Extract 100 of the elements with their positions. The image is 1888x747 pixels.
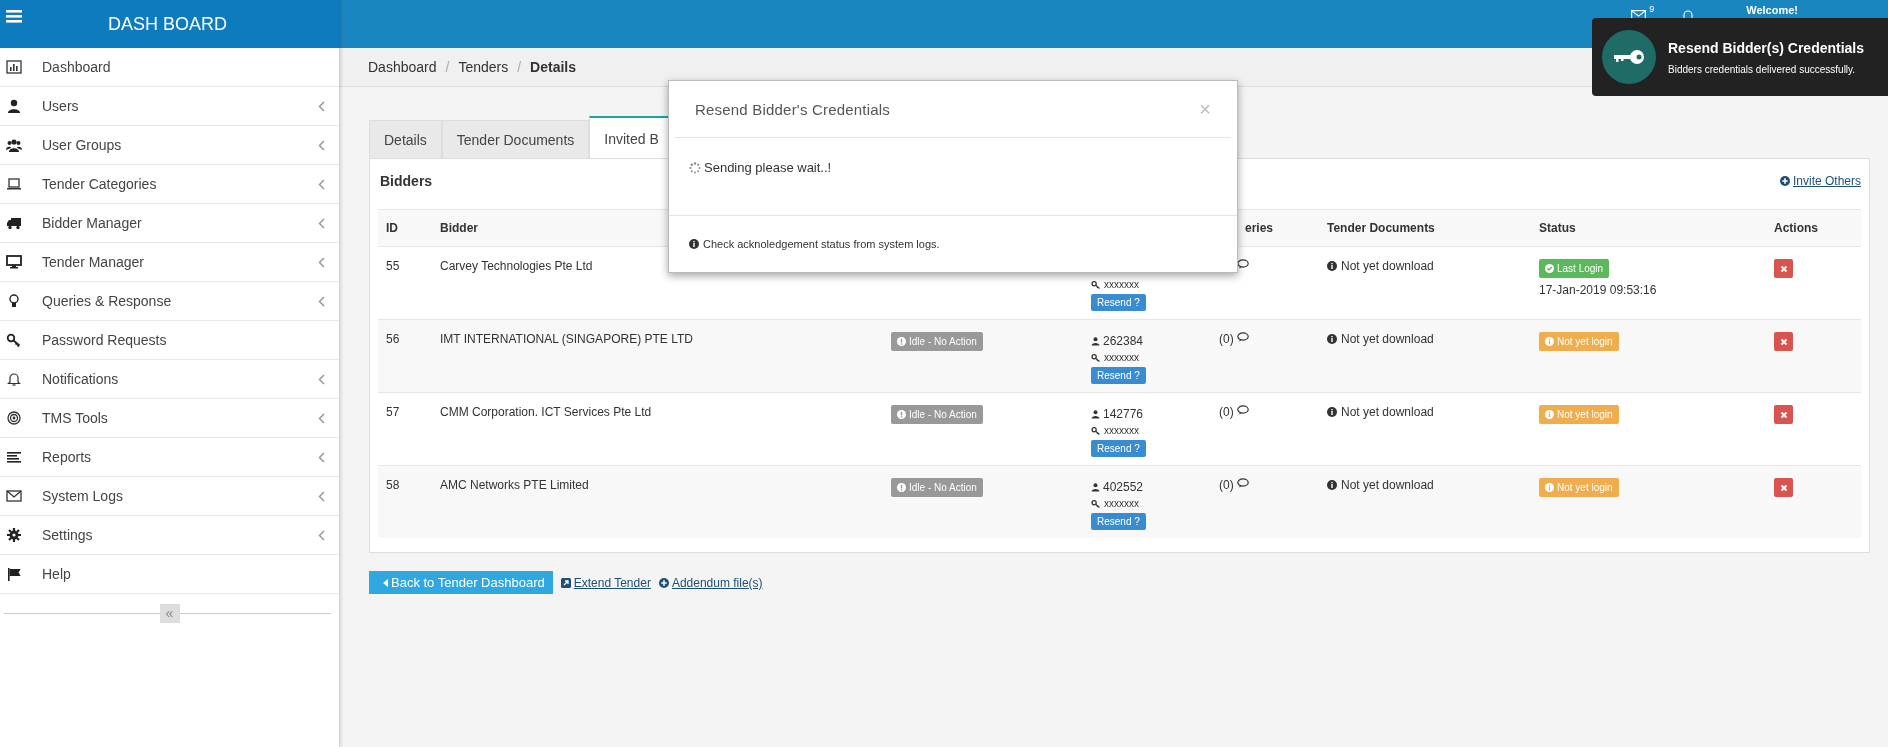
- comments-icon[interactable]: [1236, 332, 1249, 342]
- table-cell: AMC Networks PTE Limited: [440, 478, 589, 492]
- queries-count: (0): [1219, 332, 1234, 346]
- sidebar-item[interactable]: Notifications: [0, 360, 339, 399]
- close-icon: [1779, 410, 1788, 419]
- sidebar-item[interactable]: User Groups: [0, 126, 339, 165]
- sidebar-item[interactable]: Bidder Manager: [0, 204, 339, 243]
- sidebar-item[interactable]: Reports: [0, 438, 339, 477]
- password-text: xxxxxxx: [1104, 425, 1139, 436]
- truck-icon: [6, 215, 22, 231]
- breadcrumb-item: Details: [530, 59, 576, 75]
- username-text: 262384: [1103, 333, 1144, 348]
- breadcrumb-separator: /: [445, 59, 450, 75]
- queries-count: (0): [1219, 478, 1234, 492]
- user-icon: [1091, 481, 1100, 492]
- delete-button[interactable]: [1774, 405, 1793, 424]
- external-link-icon: [560, 577, 571, 588]
- envelope-icon: [6, 488, 22, 504]
- tab[interactable]: Tender Documents: [441, 120, 590, 158]
- breadcrumb-item[interactable]: Dashboard: [368, 59, 437, 75]
- password-text: xxxxxxx: [1104, 498, 1139, 509]
- key-icon: [1091, 352, 1101, 363]
- key-icon: [1091, 498, 1101, 509]
- bar-chart-icon: [6, 59, 22, 75]
- resend-button[interactable]: Resend ?: [1091, 513, 1146, 530]
- status-badge: Not yet login: [1539, 405, 1619, 424]
- modal-note: Check acknoledgement status from system logs.: [703, 238, 940, 250]
- status-badge: Not yet login: [1539, 332, 1619, 351]
- users-icon: [6, 137, 22, 153]
- info-icon: [689, 239, 699, 249]
- close-icon: [1779, 337, 1788, 346]
- comments-icon[interactable]: [1237, 259, 1249, 269]
- info-icon: [1327, 407, 1337, 417]
- invite-others-link[interactable]: Invite Others: [1779, 174, 1861, 188]
- table-cell: Not yet download: [1341, 259, 1434, 273]
- column-header: Bidder: [440, 221, 478, 235]
- table-cell: Not yet download: [1341, 478, 1434, 492]
- status-badge: Last Login: [1539, 259, 1610, 278]
- queries-count: (0): [1219, 405, 1234, 419]
- comments-icon[interactable]: [1236, 405, 1249, 415]
- key-icon: [1091, 425, 1101, 436]
- info-icon: [1327, 261, 1337, 271]
- welcome-text: Welcome!: [1746, 4, 1798, 16]
- table-cell: IMT INTERNATIONAL (SINGAPORE) PTE LTD: [440, 332, 693, 346]
- mail-count: 9: [1649, 4, 1655, 14]
- sidebar-item[interactable]: Password Requests: [0, 321, 339, 360]
- sidebar-item[interactable]: Dashboard: [0, 48, 339, 87]
- delete-button[interactable]: [1774, 478, 1793, 497]
- delete-button[interactable]: [1774, 259, 1793, 278]
- key-icon: [6, 332, 22, 348]
- toast-message: Bidders credentials delivered successfully.: [1668, 63, 1857, 75]
- delete-button[interactable]: [1774, 332, 1793, 351]
- login-time: 17-Jan-2019 09:53:16: [1539, 283, 1658, 297]
- plus-circle-icon: [1779, 176, 1790, 186]
- user-icon: [1091, 408, 1100, 419]
- sidebar-item[interactable]: Settings: [0, 516, 339, 555]
- action-link[interactable]: Extend Tender: [560, 575, 651, 590]
- close-icon: [1779, 483, 1788, 492]
- action-link[interactable]: Addendum file(s): [658, 575, 763, 590]
- status-badge: Not yet login: [1539, 478, 1619, 497]
- sidebar-item[interactable]: TMS Tools: [0, 399, 339, 438]
- breadcrumb-item[interactable]: Tenders: [458, 59, 509, 75]
- column-header: Status: [1539, 221, 1576, 235]
- column-header: Actions: [1774, 221, 1818, 235]
- caret-icon: [383, 578, 388, 587]
- brand-title: DASH BOARD: [108, 13, 228, 35]
- resend-button[interactable]: Resend ?: [1091, 440, 1146, 457]
- info-icon: [1327, 480, 1337, 490]
- lightbulb-icon: [6, 293, 22, 309]
- table-cell: 57: [386, 405, 400, 419]
- user-icon: [1091, 335, 1100, 346]
- sidebar-item[interactable]: Tender Manager: [0, 243, 339, 282]
- info-icon: [1327, 334, 1337, 344]
- breadcrumb-separator: /: [517, 59, 522, 75]
- key-icon: [1091, 279, 1101, 290]
- flag-icon: [6, 566, 22, 582]
- sidebar-item[interactable]: Help: [0, 555, 339, 594]
- password-text: xxxxxxx: [1104, 279, 1139, 290]
- email-status-badge: Idle - No Action: [891, 332, 983, 351]
- table-cell: Not yet download: [1341, 405, 1434, 419]
- panel-title: Bidders: [380, 173, 433, 189]
- toast-title: Resend Bidder(s) Credentials: [1668, 39, 1865, 56]
- monitor-icon: [6, 254, 22, 270]
- tab[interactable]: Details: [369, 120, 442, 158]
- menu-icon[interactable]: [6, 10, 22, 23]
- sidebar-item[interactable]: Users: [0, 87, 339, 126]
- sidebar-item[interactable]: System Logs: [0, 477, 339, 516]
- sending-message: Sending please wait..!: [704, 160, 832, 175]
- column-header: Tender Documents: [1327, 221, 1435, 235]
- resend-button[interactable]: Resend ?: [1091, 367, 1146, 384]
- column-header: eries: [1245, 221, 1274, 235]
- target-icon: [6, 410, 22, 426]
- comments-icon[interactable]: [1236, 478, 1249, 488]
- laptop-icon: [6, 176, 22, 192]
- sidebar-item[interactable]: Queries & Response: [0, 282, 339, 321]
- table-cell: 56: [386, 332, 400, 346]
- email-status-badge: Idle - No Action: [891, 405, 983, 424]
- resend-button[interactable]: Resend ?: [1091, 294, 1146, 311]
- sidebar-item[interactable]: Tender Categories: [0, 165, 339, 204]
- settings-icon: [6, 527, 22, 543]
